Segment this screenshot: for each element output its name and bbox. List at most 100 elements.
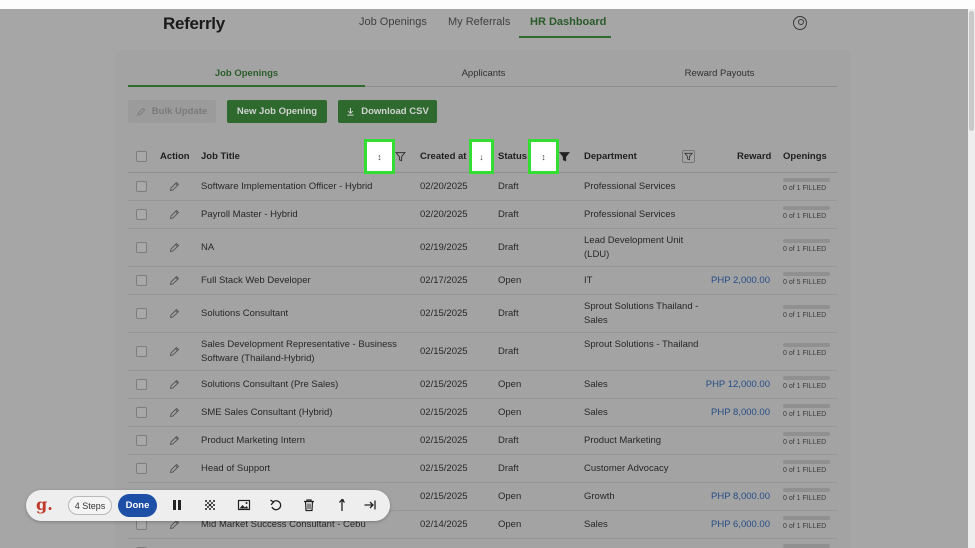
edit-icon[interactable] — [169, 275, 180, 286]
sort-status-button[interactable]: ↕ — [528, 139, 559, 174]
tab-reward-payouts[interactable]: Reward Payouts — [602, 68, 837, 79]
column-job-title[interactable]: Job Title — [201, 151, 240, 162]
edit-icon[interactable] — [169, 379, 180, 390]
openings-text: 0 of 1 FILLED — [783, 495, 827, 502]
edit-icon[interactable] — [169, 407, 180, 418]
download-csv-button[interactable]: Download CSV — [338, 100, 437, 123]
table-row[interactable]: Software Implementation Officer - Hybrid… — [128, 173, 837, 201]
openings-cell: 0 of 1 FILLED — [783, 516, 830, 530]
edit-icon[interactable] — [169, 308, 180, 319]
openings-progress-bar — [783, 305, 830, 309]
tab-applicants[interactable]: Applicants — [365, 68, 602, 79]
table-row[interactable]: Micro SME Sales Consultant02/14/2025Draf… — [128, 539, 837, 548]
table-row[interactable]: SME Sales Consultant (Hybrid) 02/15/2025 O… — [128, 399, 837, 427]
job-title-cell[interactable]: Sales Development Representative - Busin… — [201, 338, 406, 366]
created-at-cell: 02/15/2025 — [420, 308, 468, 319]
download-csv-label: Download CSV — [361, 106, 429, 117]
row-checkbox[interactable] — [136, 346, 147, 357]
row-checkbox[interactable] — [136, 435, 147, 446]
image-icon[interactable] — [237, 498, 251, 512]
undo-icon[interactable] — [269, 498, 283, 512]
app-logo[interactable]: Referrly — [163, 14, 225, 34]
table-row[interactable]: Head of Support 02/15/2025 Draft Customer A… — [128, 455, 837, 483]
job-title-cell[interactable]: Solutions Consultant (Pre Sales) — [201, 378, 406, 392]
blur-icon[interactable] — [203, 498, 217, 512]
created-at-cell: 02/15/2025 — [420, 435, 468, 446]
department-filter-icon[interactable] — [682, 150, 695, 163]
job-title-cell[interactable]: Payroll Master - Hybrid — [201, 208, 406, 222]
recorder-logo: g. — [36, 495, 53, 514]
row-checkbox[interactable] — [136, 308, 147, 319]
tab-bar: Job Openings Applicants Reward Payouts — [128, 61, 837, 87]
skip-to-end-icon[interactable] — [363, 498, 377, 512]
table-row[interactable]: Payroll Master - Hybrid 02/20/2025 Draft Pr… — [128, 201, 837, 229]
steps-count-button[interactable]: 4 Steps — [68, 496, 112, 515]
job-title-cell[interactable]: SME Sales Consultant (Hybrid) — [201, 406, 406, 420]
sort-job-title-button[interactable]: ↕ — [364, 139, 395, 174]
table-row[interactable]: Solutions Consultant (Pre Sales) 02/15/20… — [128, 371, 837, 399]
nav-my-referrals[interactable]: My Referrals — [448, 16, 510, 28]
status-cell: Draft — [498, 242, 519, 253]
table-row[interactable]: Solutions Consultant 02/15/2025 Draft Sprou… — [128, 295, 837, 333]
edit-icon[interactable] — [169, 346, 180, 357]
openings-text: 0 of 1 FILLED — [783, 185, 827, 192]
openings-progress-bar — [783, 544, 830, 548]
created-at-cell: 02/20/2025 — [420, 209, 468, 220]
select-all-checkbox[interactable] — [136, 151, 147, 162]
scrollbar-thumb[interactable] — [969, 11, 974, 131]
nav-job-openings[interactable]: Job Openings — [359, 16, 427, 28]
page-scrollbar[interactable] — [968, 9, 975, 548]
table-row[interactable]: Full Stack Web Developer 02/17/2025 Open IT… — [128, 267, 837, 295]
column-created-at[interactable]: Created at — [420, 151, 466, 162]
tab-job-openings[interactable]: Job Openings — [128, 68, 365, 79]
pause-icon[interactable] — [170, 498, 184, 512]
user-avatar-icon[interactable] — [793, 16, 807, 30]
job-title-cell[interactable]: Head of Support — [201, 462, 406, 476]
sort-created-at-button[interactable]: ↓ — [469, 139, 494, 174]
status-cell: Open — [498, 519, 522, 530]
done-button[interactable]: Done — [118, 494, 157, 517]
openings-cell: 0 of 1 FILLED — [783, 178, 830, 192]
row-checkbox[interactable] — [136, 275, 147, 286]
row-checkbox[interactable] — [136, 209, 147, 220]
openings-cell: 0 of 1 FILLED — [783, 305, 830, 319]
edit-icon[interactable] — [169, 209, 180, 220]
top-nav: Referrly Job Openings My Referrals HR Da… — [0, 9, 968, 38]
table-row[interactable]: Sales Development Representative - Busin… — [128, 333, 837, 371]
openings-progress-bar — [783, 488, 830, 492]
branch-up-icon[interactable] — [335, 498, 349, 512]
openings-text: 0 of 5 FILLED — [783, 279, 827, 286]
edit-icon[interactable] — [169, 242, 180, 253]
openings-cell: 0 of 5 FILLED — [783, 272, 830, 286]
openings-progress-bar — [783, 404, 830, 408]
edit-icon[interactable] — [169, 463, 180, 474]
openings-cell: 0 of 1 FILLED — [783, 488, 830, 502]
job-title-cell[interactable]: Full Stack Web Developer — [201, 274, 406, 288]
new-job-opening-button[interactable]: New Job Opening — [227, 100, 327, 123]
trash-icon[interactable] — [302, 498, 316, 512]
created-at-cell: 02/14/2025 — [420, 519, 468, 530]
job-title-cell[interactable]: Solutions Consultant — [201, 307, 406, 321]
row-checkbox[interactable] — [136, 379, 147, 390]
bulk-update-button[interactable]: Bulk Update — [128, 100, 216, 123]
edit-icon[interactable] — [169, 181, 180, 192]
row-checkbox[interactable] — [136, 181, 147, 192]
row-checkbox[interactable] — [136, 242, 147, 253]
row-checkbox[interactable] — [136, 463, 147, 474]
openings-progress-bar — [783, 272, 830, 276]
row-checkbox[interactable] — [136, 407, 147, 418]
filter-active-icon[interactable] — [559, 151, 570, 162]
nav-hr-dashboard[interactable]: HR Dashboard — [530, 16, 606, 28]
job-title-cell[interactable]: Product Marketing Intern — [201, 434, 406, 448]
table-row[interactable]: NA 02/19/2025 Draft Lead Development Unit (… — [128, 229, 837, 267]
table-row[interactable]: Product Marketing Intern 02/15/2025 Draft P… — [128, 427, 837, 455]
status-cell: Open — [498, 491, 522, 502]
column-status[interactable]: Status — [498, 151, 527, 162]
openings-progress-bar — [783, 432, 830, 436]
job-title-cell[interactable]: NA — [201, 241, 406, 255]
column-department[interactable]: Department — [584, 151, 637, 162]
created-at-cell: 02/15/2025 — [420, 407, 468, 418]
filter-icon[interactable] — [395, 151, 406, 162]
job-title-cell[interactable]: Software Implementation Officer - Hybrid — [201, 180, 406, 194]
edit-icon[interactable] — [169, 435, 180, 446]
